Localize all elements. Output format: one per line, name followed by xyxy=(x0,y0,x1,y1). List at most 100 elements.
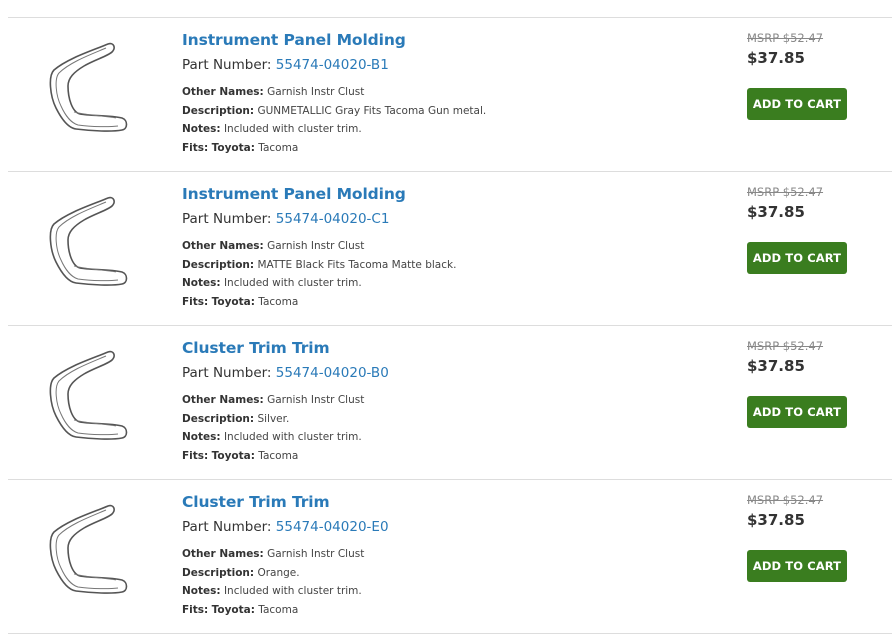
other-names-line: Other Names: Garnish Instr Clust xyxy=(182,391,702,410)
description-value: Orange. xyxy=(257,566,300,579)
msrp-price: MSRP $52.47 xyxy=(747,31,824,45)
product-row: Cluster Trim Trim Part Number: 55474-040… xyxy=(8,326,892,480)
fits-model: Tacoma xyxy=(258,142,299,155)
fits-line: Fits: Toyota: Tacoma xyxy=(182,293,702,312)
other-names-line: Other Names: Garnish Instr Clust xyxy=(182,83,702,102)
fits-line: Fits: Toyota: Tacoma xyxy=(182,447,702,466)
sale-price: $37.85 xyxy=(747,357,805,375)
other-names-value: Garnish Instr Clust xyxy=(267,394,365,406)
product-info: Cluster Trim Trim Part Number: 55474-040… xyxy=(182,338,702,466)
other-names-label: Other Names: xyxy=(182,240,264,252)
part-number-link[interactable]: 55474-04020-B0 xyxy=(276,365,389,381)
product-details: Other Names: Garnish Instr Clust Descrip… xyxy=(182,391,702,466)
other-names-line: Other Names: Garnish Instr Clust xyxy=(182,545,702,564)
product-info: Instrument Panel Molding Part Number: 55… xyxy=(182,184,702,312)
part-number-label: Part Number: xyxy=(182,211,272,227)
notes-label: Notes: xyxy=(182,431,221,444)
sale-price: $37.85 xyxy=(747,49,805,67)
price-block: MSRP $52.47 $37.85 xyxy=(747,184,887,223)
other-names-label: Other Names: xyxy=(182,394,264,406)
part-number-line: Part Number: 55474-04020-B0 xyxy=(182,364,702,382)
notes-line: Notes: Included with cluster trim. xyxy=(182,120,702,139)
part-image[interactable] xyxy=(46,190,132,286)
description-line: Description: Orange. xyxy=(182,564,702,583)
fits-label: Fits: xyxy=(182,450,209,463)
description-line: Description: MATTE Black Fits Tacoma Mat… xyxy=(182,256,702,275)
price-block: MSRP $52.47 $37.85 xyxy=(747,492,887,531)
dashboard-trim-part-image xyxy=(49,504,128,594)
product-row: Instrument Panel Molding Part Number: 55… xyxy=(8,18,892,172)
part-image[interactable] xyxy=(46,36,132,132)
fits-model: Tacoma xyxy=(258,604,299,617)
fits-model: Tacoma xyxy=(258,296,299,309)
add-to-cart-button[interactable]: ADD TO CART xyxy=(747,550,847,582)
other-names-label: Other Names: xyxy=(182,548,264,560)
fits-make: Toyota: xyxy=(211,604,255,617)
sale-price: $37.85 xyxy=(747,203,805,221)
notes-value: Included with cluster trim. xyxy=(223,277,362,290)
product-title-link[interactable]: Instrument Panel Molding xyxy=(182,184,702,204)
notes-label: Notes: xyxy=(182,585,221,598)
description-value: Silver. xyxy=(257,412,290,425)
add-to-cart-button[interactable]: ADD TO CART xyxy=(747,242,847,274)
notes-label: Notes: xyxy=(182,123,221,136)
fits-make: Toyota: xyxy=(211,296,255,309)
product-details: Other Names: Garnish Instr Clust Descrip… xyxy=(182,83,702,158)
product-details: Other Names: Garnish Instr Clust Descrip… xyxy=(182,237,702,312)
part-number-link[interactable]: 55474-04020-B1 xyxy=(276,57,389,73)
fits-make: Toyota: xyxy=(211,450,255,463)
other-names-value: Garnish Instr Clust xyxy=(267,86,365,98)
notes-value: Included with cluster trim. xyxy=(223,431,362,444)
description-label: Description: xyxy=(182,566,255,579)
sale-price: $37.85 xyxy=(747,511,805,529)
add-to-cart-button[interactable]: ADD TO CART xyxy=(747,88,847,120)
fits-make: Toyota: xyxy=(211,142,255,155)
part-number-link[interactable]: 55474-04020-E0 xyxy=(276,519,389,535)
description-label: Description: xyxy=(182,258,255,271)
other-names-line: Other Names: Garnish Instr Clust xyxy=(182,237,702,256)
msrp-price: MSRP $52.47 xyxy=(747,493,824,507)
msrp-price: MSRP $52.47 xyxy=(747,185,824,199)
part-number-line: Part Number: 55474-04020-E0 xyxy=(182,518,702,536)
part-number-line: Part Number: 55474-04020-C1 xyxy=(182,210,702,228)
part-number-label: Part Number: xyxy=(182,519,272,535)
price-block: MSRP $52.47 $37.85 xyxy=(747,30,887,69)
fits-line: Fits: Toyota: Tacoma xyxy=(182,139,702,158)
fits-label: Fits: xyxy=(182,142,209,155)
description-line: Description: GUNMETALLIC Gray Fits Tacom… xyxy=(182,102,702,121)
product-info: Cluster Trim Trim Part Number: 55474-040… xyxy=(182,492,702,620)
product-title-link[interactable]: Cluster Trim Trim xyxy=(182,492,702,512)
product-title-link[interactable]: Instrument Panel Molding xyxy=(182,30,702,50)
product-details: Other Names: Garnish Instr Clust Descrip… xyxy=(182,545,702,620)
description-value: GUNMETALLIC Gray Fits Tacoma Gun metal. xyxy=(257,104,487,117)
fits-model: Tacoma xyxy=(258,450,299,463)
fits-label: Fits: xyxy=(182,296,209,309)
description-label: Description: xyxy=(182,104,255,117)
notes-line: Notes: Included with cluster trim. xyxy=(182,428,702,447)
other-names-value: Garnish Instr Clust xyxy=(267,548,365,560)
product-list: Instrument Panel Molding Part Number: 55… xyxy=(8,17,892,634)
notes-line: Notes: Included with cluster trim. xyxy=(182,582,702,601)
part-image[interactable] xyxy=(46,344,132,440)
notes-value: Included with cluster trim. xyxy=(223,585,362,598)
notes-line: Notes: Included with cluster trim. xyxy=(182,274,702,293)
dashboard-trim-part-image xyxy=(49,350,128,440)
add-to-cart-button[interactable]: ADD TO CART xyxy=(747,396,847,428)
description-value: MATTE Black Fits Tacoma Matte black. xyxy=(257,258,457,271)
msrp-price: MSRP $52.47 xyxy=(747,339,824,353)
part-number-link[interactable]: 55474-04020-C1 xyxy=(276,211,390,227)
part-image[interactable] xyxy=(46,498,132,594)
product-title-link[interactable]: Cluster Trim Trim xyxy=(182,338,702,358)
product-row: Instrument Panel Molding Part Number: 55… xyxy=(8,172,892,326)
notes-value: Included with cluster trim. xyxy=(223,123,362,136)
other-names-value: Garnish Instr Clust xyxy=(267,240,365,252)
price-block: MSRP $52.47 $37.85 xyxy=(747,338,887,377)
part-number-label: Part Number: xyxy=(182,365,272,381)
dashboard-trim-part-image xyxy=(49,196,128,286)
part-number-line: Part Number: 55474-04020-B1 xyxy=(182,56,702,74)
notes-label: Notes: xyxy=(182,277,221,290)
other-names-label: Other Names: xyxy=(182,86,264,98)
description-line: Description: Silver. xyxy=(182,410,702,429)
description-label: Description: xyxy=(182,412,255,425)
part-number-label: Part Number: xyxy=(182,57,272,73)
